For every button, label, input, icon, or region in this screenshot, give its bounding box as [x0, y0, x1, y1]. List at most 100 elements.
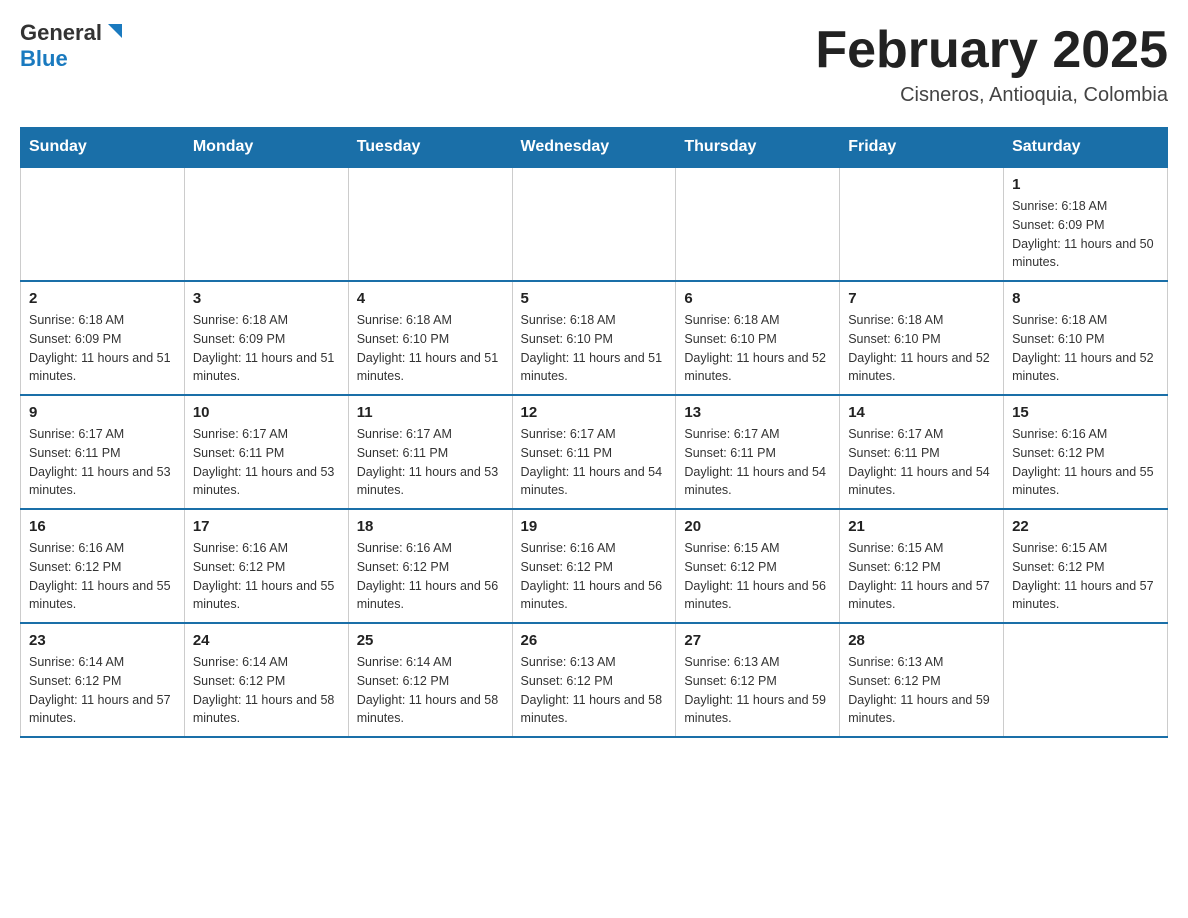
- day-number: 21: [848, 518, 995, 535]
- calendar-day-cell: [512, 167, 676, 281]
- calendar-day-cell: 15 Sunrise: 6:16 AM Sunset: 6:12 PM Dayli…: [1004, 395, 1168, 509]
- day-number: 24: [193, 632, 340, 649]
- calendar-day-cell: 14 Sunrise: 6:17 AM Sunset: 6:11 PM Dayli…: [840, 395, 1004, 509]
- day-info: Sunrise: 6:18 AM Sunset: 6:10 PM Dayligh…: [684, 311, 831, 386]
- calendar-day-header: Thursday: [676, 128, 840, 168]
- day-info: Sunrise: 6:18 AM Sunset: 6:09 PM Dayligh…: [1012, 197, 1159, 272]
- logo-blue: Blue: [20, 46, 68, 71]
- day-info: Sunrise: 6:15 AM Sunset: 6:12 PM Dayligh…: [684, 539, 831, 614]
- day-info: Sunrise: 6:14 AM Sunset: 6:12 PM Dayligh…: [29, 653, 176, 728]
- calendar-table: SundayMondayTuesdayWednesdayThursdayFrid…: [20, 127, 1168, 738]
- day-info: Sunrise: 6:18 AM Sunset: 6:10 PM Dayligh…: [1012, 311, 1159, 386]
- calendar-day-cell: 5Sunrise: 6:18 AM Sunset: 6:10 PM Daylig…: [512, 281, 676, 395]
- day-number: 15: [1012, 404, 1159, 421]
- calendar-day-header: Friday: [840, 128, 1004, 168]
- day-info: Sunrise: 6:14 AM Sunset: 6:12 PM Dayligh…: [193, 653, 340, 728]
- day-info: Sunrise: 6:13 AM Sunset: 6:12 PM Dayligh…: [684, 653, 831, 728]
- calendar-day-cell: [184, 167, 348, 281]
- calendar-day-cell: 4 Sunrise: 6:18 AM Sunset: 6:10 PM Daylig…: [348, 281, 512, 395]
- day-number: 27: [684, 632, 831, 649]
- day-info: Sunrise: 6:16 AM Sunset: 6:12 PM Dayligh…: [357, 539, 504, 614]
- calendar-day-cell: 17 Sunrise: 6:16 AM Sunset: 6:12 PM Dayli…: [184, 509, 348, 623]
- calendar-day-cell: 23Sunrise: 6:14 AM Sunset: 6:12 PM Dayli…: [21, 623, 185, 737]
- calendar-week-row: 16 Sunrise: 6:16 AM Sunset: 6:12 PM Dayli…: [21, 509, 1168, 623]
- title-section: February 2025 Cisneros, Antioquia, Colom…: [815, 20, 1168, 107]
- day-number: 16: [29, 518, 176, 535]
- day-number: 19: [521, 518, 668, 535]
- calendar-week-row: 23Sunrise: 6:14 AM Sunset: 6:12 PM Dayli…: [21, 623, 1168, 737]
- day-number: 14: [848, 404, 995, 421]
- calendar-day-cell: 7Sunrise: 6:18 AM Sunset: 6:10 PM Daylig…: [840, 281, 1004, 395]
- day-info: Sunrise: 6:18 AM Sunset: 6:09 PM Dayligh…: [29, 311, 176, 386]
- day-info: Sunrise: 6:16 AM Sunset: 6:12 PM Dayligh…: [1012, 425, 1159, 500]
- calendar-day-cell: 6 Sunrise: 6:18 AM Sunset: 6:10 PM Daylig…: [676, 281, 840, 395]
- day-number: 22: [1012, 518, 1159, 535]
- day-info: Sunrise: 6:17 AM Sunset: 6:11 PM Dayligh…: [357, 425, 504, 500]
- day-number: 25: [357, 632, 504, 649]
- calendar-day-cell: 10Sunrise: 6:17 AM Sunset: 6:11 PM Dayli…: [184, 395, 348, 509]
- day-info: Sunrise: 6:18 AM Sunset: 6:10 PM Dayligh…: [521, 311, 668, 386]
- day-info: Sunrise: 6:16 AM Sunset: 6:12 PM Dayligh…: [29, 539, 176, 614]
- day-number: 9: [29, 404, 176, 421]
- day-number: 11: [357, 404, 504, 421]
- calendar-day-cell: 22 Sunrise: 6:15 AM Sunset: 6:12 PM Dayli…: [1004, 509, 1168, 623]
- calendar-day-cell: 9 Sunrise: 6:17 AM Sunset: 6:11 PM Daylig…: [21, 395, 185, 509]
- day-info: Sunrise: 6:15 AM Sunset: 6:12 PM Dayligh…: [1012, 539, 1159, 614]
- calendar-day-cell: [676, 167, 840, 281]
- day-info: Sunrise: 6:16 AM Sunset: 6:12 PM Dayligh…: [521, 539, 668, 614]
- logo-arrow-icon: [104, 20, 126, 42]
- location: Cisneros, Antioquia, Colombia: [815, 84, 1168, 107]
- calendar-day-header: Wednesday: [512, 128, 676, 168]
- calendar-day-cell: 3 Sunrise: 6:18 AM Sunset: 6:09 PM Daylig…: [184, 281, 348, 395]
- calendar-day-cell: [840, 167, 1004, 281]
- calendar-day-cell: 11 Sunrise: 6:17 AM Sunset: 6:11 PM Dayli…: [348, 395, 512, 509]
- logo-general: General: [20, 21, 102, 45]
- calendar-day-header: Monday: [184, 128, 348, 168]
- day-number: 2: [29, 290, 176, 307]
- day-info: Sunrise: 6:17 AM Sunset: 6:11 PM Dayligh…: [193, 425, 340, 500]
- day-info: Sunrise: 6:17 AM Sunset: 6:11 PM Dayligh…: [848, 425, 995, 500]
- day-number: 8: [1012, 290, 1159, 307]
- day-number: 7: [848, 290, 995, 307]
- day-number: 28: [848, 632, 995, 649]
- calendar-week-row: 9 Sunrise: 6:17 AM Sunset: 6:11 PM Daylig…: [21, 395, 1168, 509]
- calendar-day-cell: 20 Sunrise: 6:15 AM Sunset: 6:12 PM Dayli…: [676, 509, 840, 623]
- month-title: February 2025: [815, 20, 1168, 80]
- calendar-day-cell: 12 Sunrise: 6:17 AM Sunset: 6:11 PM Dayli…: [512, 395, 676, 509]
- day-info: Sunrise: 6:16 AM Sunset: 6:12 PM Dayligh…: [193, 539, 340, 614]
- day-number: 17: [193, 518, 340, 535]
- day-info: Sunrise: 6:15 AM Sunset: 6:12 PM Dayligh…: [848, 539, 995, 614]
- calendar-day-header: Saturday: [1004, 128, 1168, 168]
- day-info: Sunrise: 6:17 AM Sunset: 6:11 PM Dayligh…: [684, 425, 831, 500]
- calendar-day-header: Sunday: [21, 128, 185, 168]
- day-info: Sunrise: 6:18 AM Sunset: 6:10 PM Dayligh…: [357, 311, 504, 386]
- calendar-day-cell: [21, 167, 185, 281]
- calendar-week-row: 1 Sunrise: 6:18 AM Sunset: 6:09 PM Daylig…: [21, 167, 1168, 281]
- day-number: 13: [684, 404, 831, 421]
- calendar-day-cell: 8 Sunrise: 6:18 AM Sunset: 6:10 PM Daylig…: [1004, 281, 1168, 395]
- page-header: General Blue February 2025 Cisneros, Ant…: [20, 20, 1168, 107]
- calendar-day-cell: 19 Sunrise: 6:16 AM Sunset: 6:12 PM Dayli…: [512, 509, 676, 623]
- calendar-day-cell: 26Sunrise: 6:13 AM Sunset: 6:12 PM Dayli…: [512, 623, 676, 737]
- calendar-day-cell: 24 Sunrise: 6:14 AM Sunset: 6:12 PM Dayli…: [184, 623, 348, 737]
- calendar-day-header: Tuesday: [348, 128, 512, 168]
- day-info: Sunrise: 6:17 AM Sunset: 6:11 PM Dayligh…: [521, 425, 668, 500]
- day-number: 6: [684, 290, 831, 307]
- day-info: Sunrise: 6:18 AM Sunset: 6:09 PM Dayligh…: [193, 311, 340, 386]
- day-number: 1: [1012, 176, 1159, 193]
- day-info: Sunrise: 6:17 AM Sunset: 6:11 PM Dayligh…: [29, 425, 176, 500]
- calendar-day-cell: 27 Sunrise: 6:13 AM Sunset: 6:12 PM Dayli…: [676, 623, 840, 737]
- calendar-day-cell: 18 Sunrise: 6:16 AM Sunset: 6:12 PM Dayli…: [348, 509, 512, 623]
- day-number: 12: [521, 404, 668, 421]
- calendar-day-cell: 13 Sunrise: 6:17 AM Sunset: 6:11 PM Dayli…: [676, 395, 840, 509]
- day-number: 18: [357, 518, 504, 535]
- calendar-day-cell: 16 Sunrise: 6:16 AM Sunset: 6:12 PM Dayli…: [21, 509, 185, 623]
- day-number: 3: [193, 290, 340, 307]
- calendar-day-cell: [1004, 623, 1168, 737]
- calendar-header-row: SundayMondayTuesdayWednesdayThursdayFrid…: [21, 128, 1168, 168]
- day-info: Sunrise: 6:14 AM Sunset: 6:12 PM Dayligh…: [357, 653, 504, 728]
- logo: General Blue: [20, 20, 126, 71]
- day-number: 26: [521, 632, 668, 649]
- day-number: 20: [684, 518, 831, 535]
- day-number: 4: [357, 290, 504, 307]
